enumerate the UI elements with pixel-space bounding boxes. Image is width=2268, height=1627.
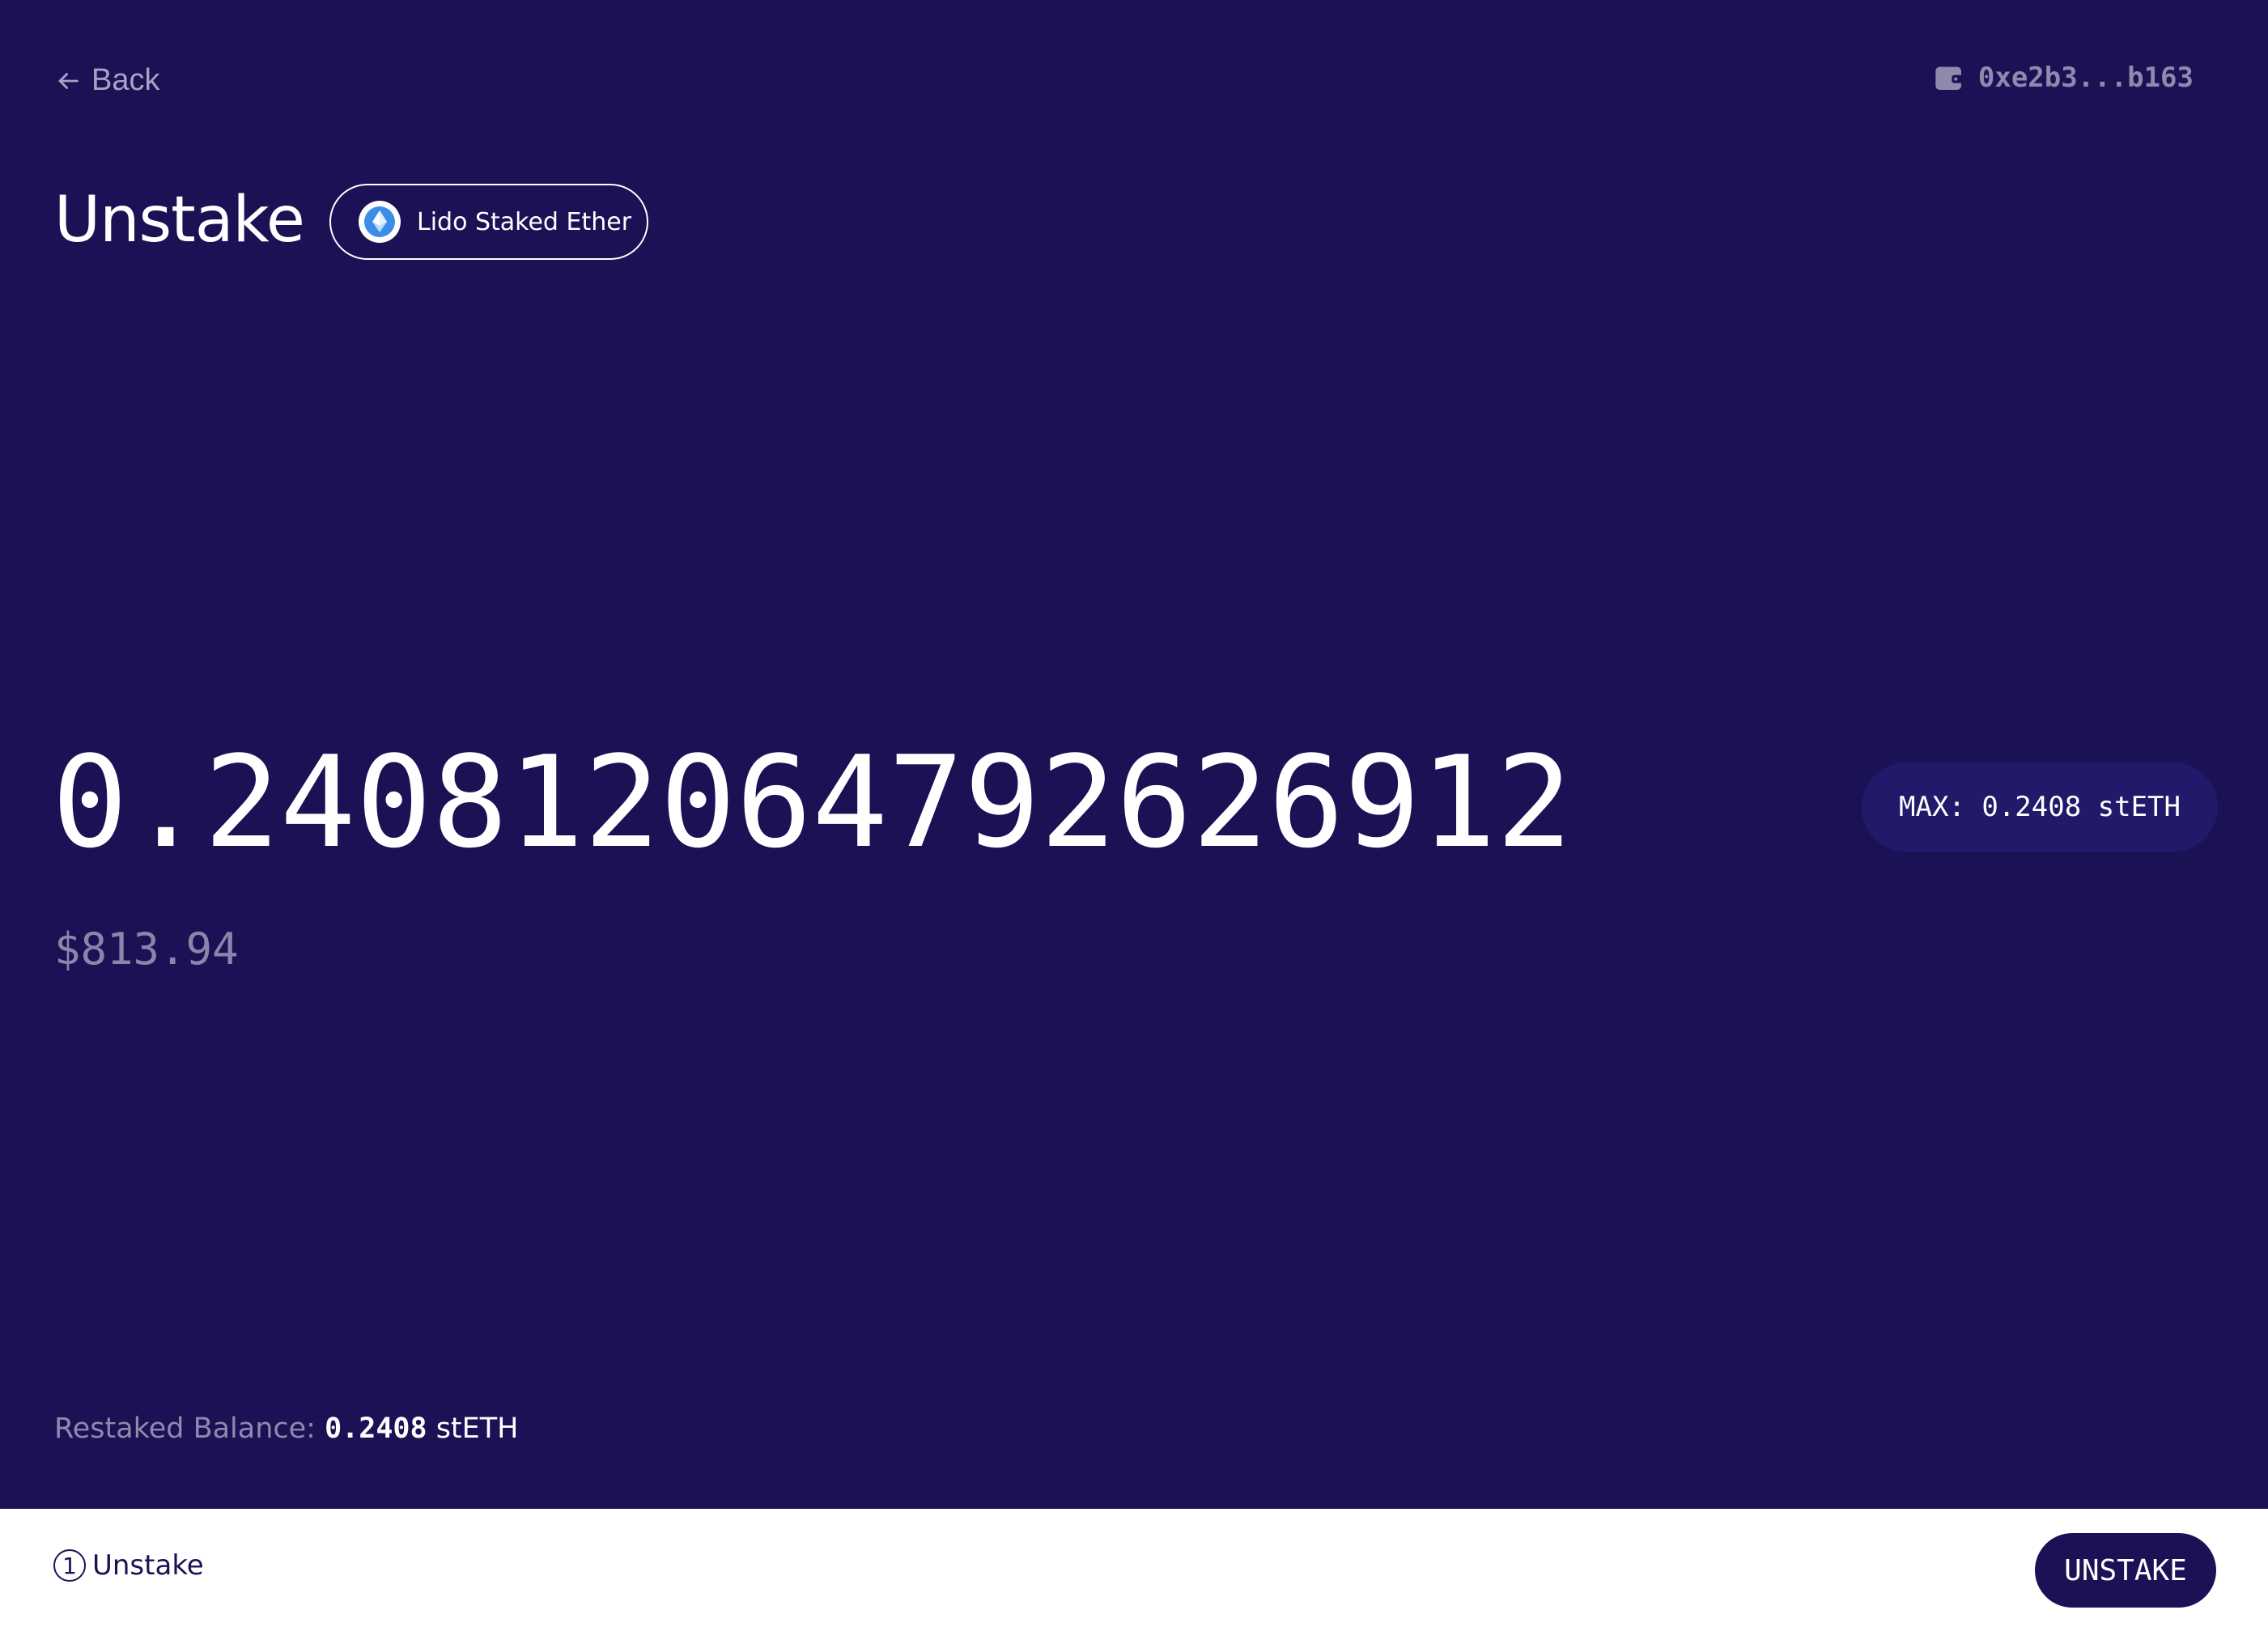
step-label: Unstake	[92, 1549, 204, 1582]
back-label: Back	[91, 63, 160, 97]
usd-value: $813.94	[54, 924, 239, 975]
wallet-address-button[interactable]: 0xe2b3...b163	[1933, 62, 2194, 94]
restaked-balance-unit: stETH	[435, 1412, 519, 1445]
amount-input[interactable]: 0.24081206479262691​2	[52, 725, 1572, 879]
arrow-left-icon	[58, 72, 79, 89]
unstake-button[interactable]: UNSTAKE	[2035, 1533, 2216, 1608]
restaked-balance-label: Restaked Balance:	[54, 1412, 316, 1445]
page-title: Unstake	[54, 184, 305, 257]
step-number: 1	[53, 1549, 86, 1582]
step-indicator: 1 Unstake	[53, 1549, 204, 1582]
back-link[interactable]: Back	[54, 63, 159, 98]
wallet-icon	[1935, 66, 1963, 90]
token-name: Lido Staked Ether	[417, 207, 632, 236]
restaked-balance: Restaked Balance: 0.2408 stETH	[54, 1408, 518, 1449]
restaked-balance-value: 0.2408	[325, 1412, 427, 1445]
max-button[interactable]: MAX: 0.2408 stETH	[1862, 763, 2218, 852]
wallet-address: 0xe2b3...b163	[1977, 62, 2194, 94]
lido-token-icon	[359, 201, 401, 243]
main-panel: Back 0xe2b3...b163 Unstake Lido Staked E…	[0, 0, 2268, 1509]
footer-bar: 1 Unstake UNSTAKE	[0, 1509, 2268, 1627]
token-selector[interactable]: Lido Staked Ether	[329, 184, 648, 260]
